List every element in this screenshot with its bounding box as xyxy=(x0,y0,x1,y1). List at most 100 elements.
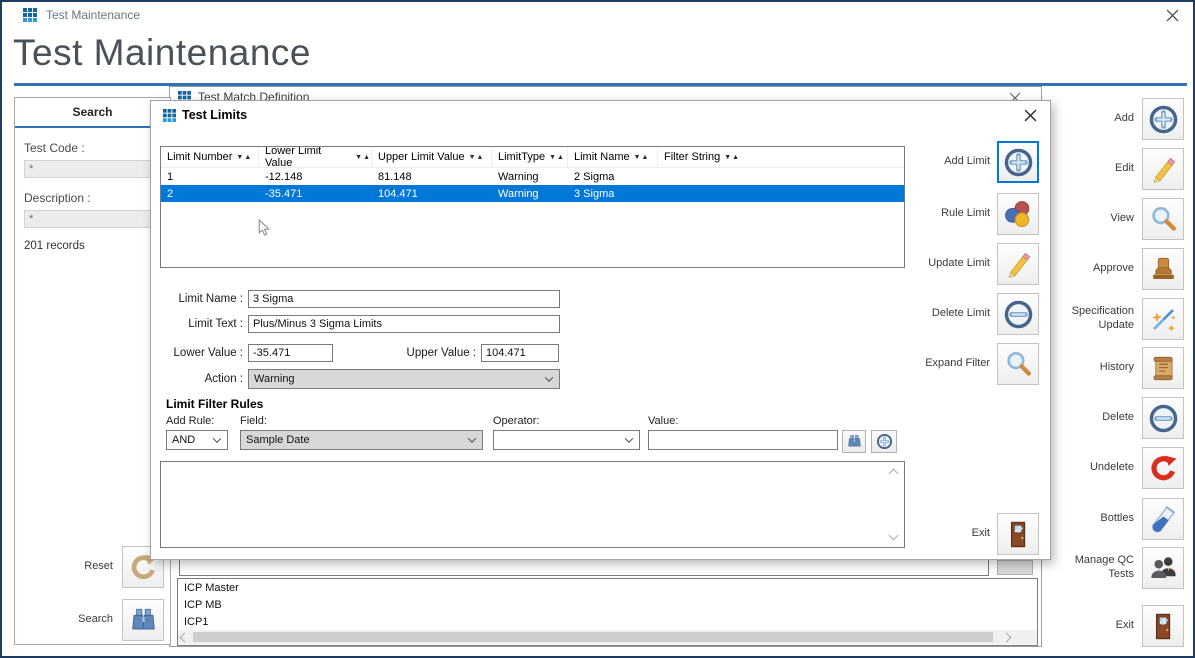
operator-label: Operator: xyxy=(493,415,539,427)
add-limit-button[interactable] xyxy=(997,141,1039,183)
table-header-row: Limit Number▼▲ Lower Limit Value▼▲ Upper… xyxy=(161,147,904,168)
exit-button[interactable] xyxy=(1142,605,1184,647)
scroll-icon xyxy=(1148,353,1179,384)
limits-table: Limit Number▼▲ Lower Limit Value▼▲ Upper… xyxy=(160,146,905,268)
add-button[interactable] xyxy=(1142,98,1184,140)
app-grid-icon xyxy=(23,8,37,22)
filter-search-button[interactable] xyxy=(842,430,866,453)
column-header-filter-string[interactable]: Filter String▼▲ xyxy=(658,147,904,167)
table-row-selected[interactable]: 2 -35.471 104.471 Warning 3 Sigma xyxy=(161,185,904,202)
search-panel: Search Test Code : Description : 201 rec… xyxy=(14,97,171,645)
add-rule-label: Add Rule: xyxy=(166,415,214,427)
field-select[interactable]: Sample Date xyxy=(240,430,483,450)
filter-value-input[interactable] xyxy=(648,430,838,450)
binoculars-icon xyxy=(128,605,159,636)
column-header-upper-limit[interactable]: Upper Limit Value▼▲ xyxy=(372,147,492,167)
binoculars-icon xyxy=(846,433,863,450)
delete-limit-button[interactable] xyxy=(997,293,1039,335)
horizontal-scrollbar[interactable] xyxy=(178,630,1037,644)
specification-update-label: Specification Update xyxy=(1054,305,1134,333)
sort-icons: ▼▲ xyxy=(236,154,252,161)
action-label: Action : xyxy=(151,373,243,385)
limit-text-input[interactable] xyxy=(248,315,560,333)
list-item[interactable]: ICP MB xyxy=(178,596,1037,613)
limit-text-label: Limit Text : xyxy=(151,318,243,330)
minus-circle-icon xyxy=(1003,299,1034,330)
filter-rules-list[interactable] xyxy=(160,461,905,548)
lower-value-input[interactable] xyxy=(248,344,333,362)
bottles-button[interactable] xyxy=(1142,498,1184,540)
dialog-title: Test Limits xyxy=(182,108,247,122)
column-header-lower-limit[interactable]: Lower Limit Value▼▲ xyxy=(259,147,372,167)
pencil-icon xyxy=(1148,154,1179,185)
sort-icons: ▼▲ xyxy=(724,154,740,161)
action-select[interactable]: Warning xyxy=(248,369,560,389)
update-limit-button[interactable] xyxy=(997,243,1039,285)
approve-button[interactable] xyxy=(1142,248,1184,290)
delete-button[interactable] xyxy=(1142,397,1184,439)
column-header-limit-number[interactable]: Limit Number▼▲ xyxy=(161,147,259,167)
specification-update-button[interactable] xyxy=(1142,298,1184,340)
chevron-down-icon xyxy=(213,434,221,442)
sort-icons: ▼▲ xyxy=(355,154,371,161)
table-row[interactable]: 1 -12.148 81.148 Warning 2 Sigma xyxy=(161,168,904,185)
door-icon xyxy=(1003,519,1034,550)
scroll-right-icon[interactable] xyxy=(1003,633,1011,641)
test-code-label: Test Code : xyxy=(24,141,161,155)
minus-circle-icon xyxy=(1148,403,1179,434)
plus-circle-icon xyxy=(1148,104,1179,135)
list-item[interactable]: ICP1 xyxy=(178,613,1037,630)
scroll-left-icon[interactable] xyxy=(181,633,189,641)
history-label: History xyxy=(1100,361,1134,375)
column-header-limit-type[interactable]: LimitType▼▲ xyxy=(492,147,568,167)
scrollbar-thumb[interactable] xyxy=(193,632,993,642)
limit-name-input[interactable] xyxy=(248,290,560,308)
chevron-down-icon xyxy=(545,373,553,381)
rule-limit-button[interactable] xyxy=(997,193,1039,235)
view-button[interactable] xyxy=(1142,198,1184,240)
undelete-button[interactable] xyxy=(1142,447,1184,489)
upper-value-input[interactable] xyxy=(481,344,559,362)
mouse-cursor xyxy=(257,219,270,243)
test-code-input[interactable] xyxy=(24,160,163,178)
lower-value-label: Lower Value : xyxy=(151,347,243,359)
manage-qc-tests-label: Manage QC Tests xyxy=(1054,554,1134,582)
bottles-label: Bottles xyxy=(1100,512,1134,526)
plus-circle-icon xyxy=(876,433,893,450)
exit-button[interactable] xyxy=(997,513,1039,555)
column-header-limit-name[interactable]: Limit Name▼▲ xyxy=(568,147,658,167)
rule-limit-label: Rule Limit xyxy=(941,207,990,221)
undo-arrow-icon xyxy=(1148,453,1179,484)
plus-circle-icon xyxy=(1003,147,1034,178)
expand-filter-button[interactable] xyxy=(997,343,1039,385)
scroll-down-icon[interactable] xyxy=(889,531,899,541)
list-item[interactable]: ICP Master xyxy=(178,579,1037,596)
chevron-down-icon xyxy=(468,434,476,442)
stamp-icon xyxy=(1148,254,1179,285)
app-grid-icon xyxy=(163,109,176,122)
update-limit-label: Update Limit xyxy=(928,257,990,271)
test-tube-icon xyxy=(1148,504,1179,535)
add-rule-select[interactable]: AND xyxy=(166,430,228,450)
reset-label: Reset xyxy=(84,560,113,574)
add-filter-rule-button[interactable] xyxy=(871,430,897,453)
manage-qc-tests-button[interactable] xyxy=(1142,547,1184,589)
close-icon[interactable] xyxy=(1024,109,1037,122)
magnifier-icon xyxy=(1148,204,1179,235)
page-title: Test Maintenance xyxy=(13,32,311,74)
delete-label: Delete xyxy=(1102,411,1134,425)
tab-underline xyxy=(15,126,170,128)
operator-select[interactable] xyxy=(493,430,640,450)
description-input[interactable] xyxy=(24,210,163,228)
edit-button[interactable] xyxy=(1142,148,1184,190)
title-bar: Test Maintenance xyxy=(2,2,1193,28)
history-button[interactable] xyxy=(1142,347,1184,389)
tab-search[interactable]: Search xyxy=(15,98,170,119)
search-button[interactable] xyxy=(122,599,164,641)
expand-filter-label: Expand Filter xyxy=(925,357,990,371)
scroll-up-icon[interactable] xyxy=(889,469,899,479)
close-icon[interactable] xyxy=(1166,9,1179,22)
colored-balls-icon xyxy=(1003,199,1034,230)
chevron-down-icon xyxy=(625,434,633,442)
background-mini-button[interactable] xyxy=(997,560,1033,575)
